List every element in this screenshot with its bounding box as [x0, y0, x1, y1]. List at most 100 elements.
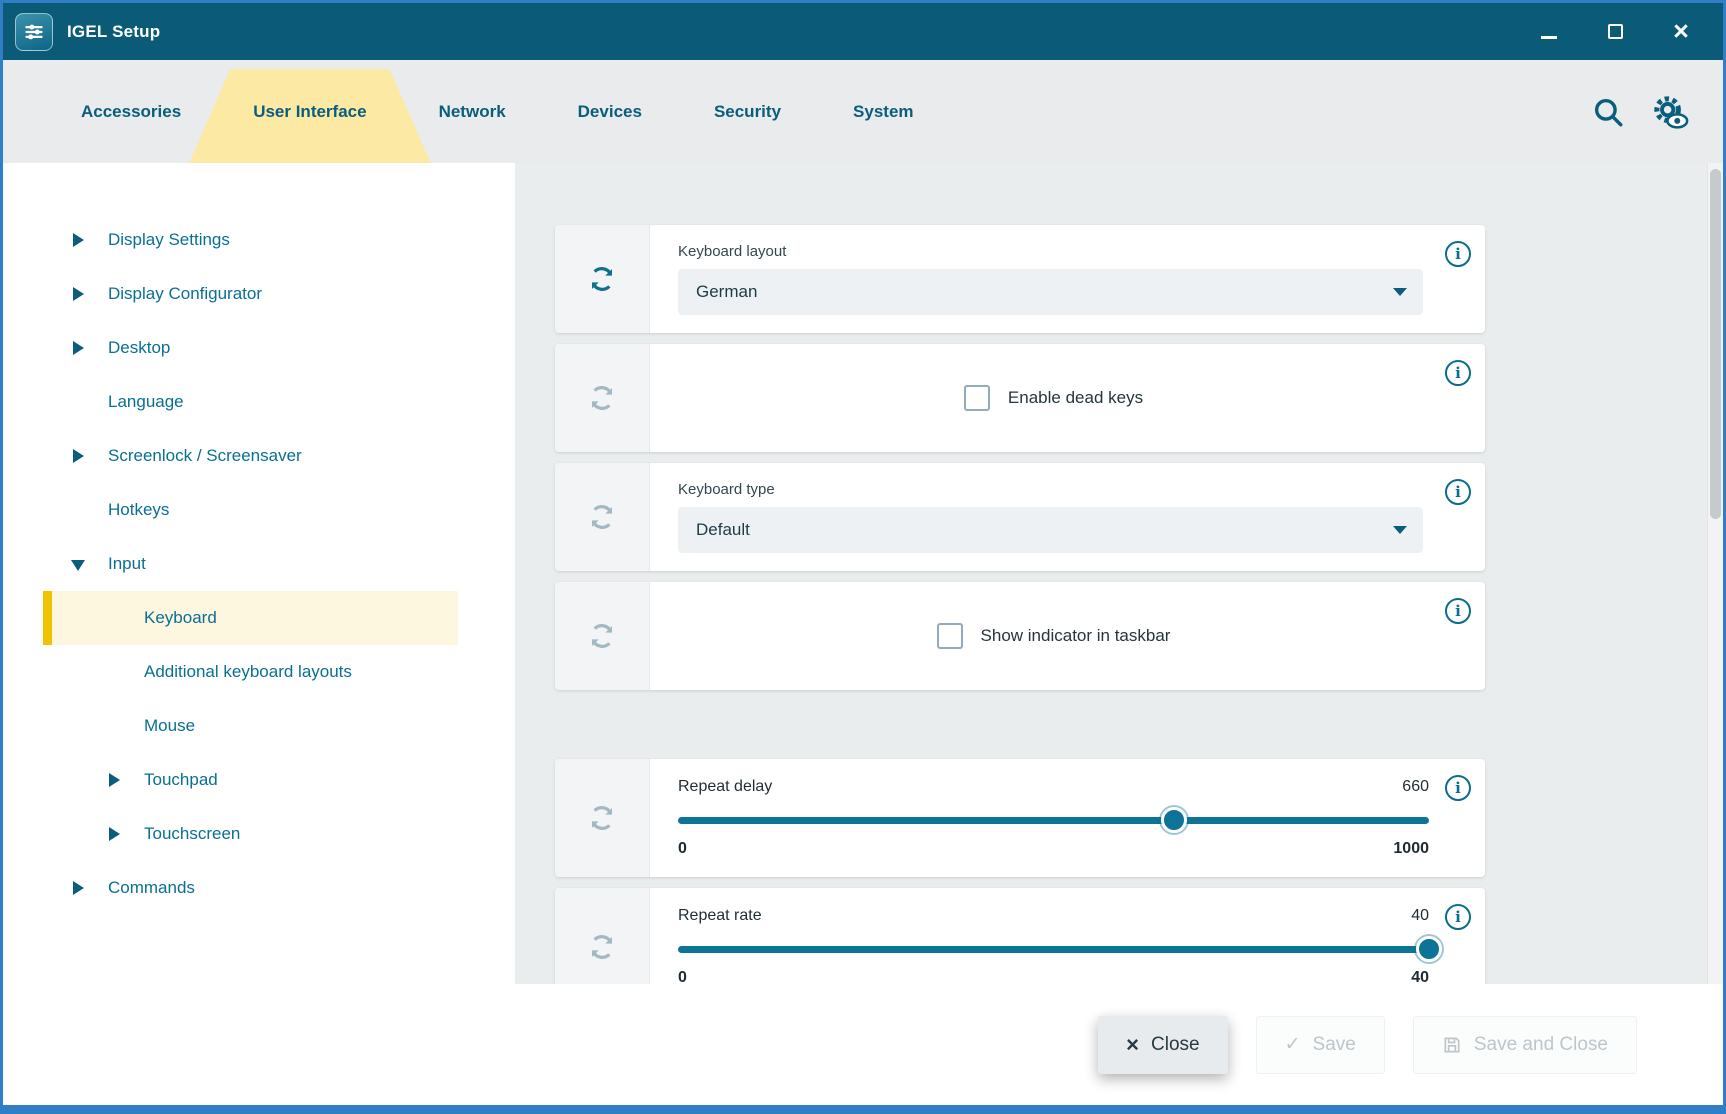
- save-and-close-button: Save and Close: [1413, 1016, 1637, 1074]
- footer-bar: × Close ✓ Save Save and Close: [3, 984, 1723, 1105]
- check-icon: ✓: [1285, 1033, 1301, 1056]
- repeat-rate-max: 40: [1411, 969, 1429, 984]
- slider-track[interactable]: [678, 946, 1429, 953]
- reset-zone: [555, 225, 650, 333]
- settings-panel: Keyboard layout German i: [515, 163, 1723, 984]
- repeat-rate-label: Repeat rate: [678, 907, 762, 925]
- tab-accessories[interactable]: Accessories: [45, 60, 217, 163]
- setting-enable-dead-keys: Enable dead keys i: [555, 344, 1485, 452]
- keyboard-type-label: Keyboard type: [678, 481, 1429, 498]
- chevron-right-icon[interactable]: [107, 773, 121, 787]
- setting-repeat-delay: Repeat delay 660 0 1000 i: [555, 759, 1485, 877]
- close-window-button[interactable]: ×: [1667, 18, 1695, 46]
- vertical-scrollbar[interactable]: [1707, 163, 1723, 984]
- sidebar-item-language[interactable]: Language: [3, 375, 515, 429]
- setting-repeat-rate: Repeat rate 40 0 40 i: [555, 888, 1485, 984]
- repeat-delay-min: 0: [678, 840, 687, 858]
- close-button[interactable]: × Close: [1098, 1016, 1227, 1074]
- sidebar-item-desktop[interactable]: Desktop: [3, 321, 515, 375]
- window-controls: ×: [1535, 18, 1705, 46]
- reset-icon[interactable]: [586, 263, 618, 295]
- reset-zone: [555, 888, 650, 984]
- enable-dead-keys-checkbox[interactable]: [964, 385, 990, 411]
- slider-thumb[interactable]: [1416, 936, 1442, 962]
- chevron-right-icon[interactable]: [71, 287, 85, 301]
- reset-icon[interactable]: [586, 382, 618, 414]
- save-button-label: Save: [1313, 1034, 1356, 1056]
- repeat-delay-slider[interactable]: [678, 807, 1429, 833]
- save-and-close-button-label: Save and Close: [1474, 1034, 1608, 1056]
- sidebar-item-mouse[interactable]: Mouse: [3, 699, 515, 753]
- info-icon[interactable]: i: [1445, 360, 1471, 386]
- sidebar-item-screenlock-screensaver[interactable]: Screenlock / Screensaver: [3, 429, 515, 483]
- settings-tree-sidebar: Display Settings Display Configurator De…: [3, 163, 515, 984]
- repeat-delay-label: Repeat delay: [678, 778, 772, 796]
- slider-track[interactable]: [678, 817, 1429, 824]
- sidebar-item-keyboard[interactable]: Keyboard: [43, 591, 458, 645]
- minimize-button[interactable]: [1535, 18, 1563, 46]
- sidebar-item-hotkeys[interactable]: Hotkeys: [3, 483, 515, 537]
- sidebar-item-display-configurator[interactable]: Display Configurator: [3, 267, 515, 321]
- sidebar-item-input[interactable]: Input: [3, 537, 515, 591]
- sidebar-item-display-settings[interactable]: Display Settings: [3, 213, 515, 267]
- chevron-down-icon[interactable]: [71, 557, 85, 571]
- info-icon[interactable]: i: [1445, 241, 1471, 267]
- scrollbar-thumb[interactable]: [1710, 169, 1721, 519]
- tab-security[interactable]: Security: [678, 60, 817, 163]
- main-area: Display Settings Display Configurator De…: [3, 163, 1723, 984]
- tab-devices[interactable]: Devices: [542, 60, 678, 163]
- reset-icon[interactable]: [586, 620, 618, 652]
- info-icon[interactable]: i: [1445, 904, 1471, 930]
- save-button: ✓ Save: [1256, 1016, 1385, 1074]
- chevron-down-icon: [1393, 526, 1407, 534]
- info-icon[interactable]: i: [1445, 775, 1471, 801]
- keyboard-layout-label: Keyboard layout: [678, 243, 1429, 260]
- tabs: Accessories User Interface Network Devic…: [3, 60, 950, 163]
- maximize-button[interactable]: [1601, 18, 1629, 46]
- reset-icon[interactable]: [586, 931, 618, 963]
- sidebar-item-touchscreen[interactable]: Touchscreen: [3, 807, 515, 861]
- reset-zone: [555, 344, 650, 452]
- sidebar-item-touchpad[interactable]: Touchpad: [3, 753, 515, 807]
- setting-keyboard-layout: Keyboard layout German i: [555, 225, 1485, 333]
- close-icon: ×: [1126, 1034, 1139, 1056]
- close-button-label: Close: [1151, 1034, 1200, 1056]
- show-indicator-checkbox[interactable]: [937, 623, 963, 649]
- info-icon[interactable]: i: [1445, 598, 1471, 624]
- window-title: IGEL Setup: [67, 22, 160, 42]
- keyboard-layout-select[interactable]: German: [678, 269, 1423, 315]
- repeat-rate-value: 40: [1411, 907, 1429, 925]
- reset-icon[interactable]: [586, 501, 618, 533]
- save-icon: [1442, 1035, 1462, 1055]
- search-icon[interactable]: [1591, 95, 1625, 129]
- igel-setup-window: IGEL Setup × Accessories User Interface …: [0, 0, 1726, 1114]
- section-gap: [555, 701, 1693, 759]
- chevron-right-icon[interactable]: [71, 341, 85, 355]
- keyboard-type-select[interactable]: Default: [678, 507, 1423, 553]
- sidebar-item-commands[interactable]: Commands: [3, 861, 515, 915]
- settings-visibility-icon[interactable]: [1651, 93, 1689, 131]
- chevron-right-icon[interactable]: [107, 827, 121, 841]
- sidebar-item-additional-keyboard-layouts[interactable]: Additional keyboard layouts: [3, 645, 515, 699]
- setting-keyboard-type: Keyboard type Default i: [555, 463, 1485, 571]
- info-icon[interactable]: i: [1445, 479, 1471, 505]
- reset-zone: [555, 759, 650, 877]
- chevron-right-icon[interactable]: [71, 449, 85, 463]
- tab-network[interactable]: Network: [403, 60, 542, 163]
- reset-zone: [555, 463, 650, 571]
- chevron-right-icon[interactable]: [71, 233, 85, 247]
- tab-actions: [1591, 60, 1723, 163]
- chevron-down-icon: [1393, 288, 1407, 296]
- repeat-rate-slider[interactable]: [678, 936, 1429, 962]
- maximize-icon: [1608, 24, 1623, 39]
- tab-bar: Accessories User Interface Network Devic…: [3, 60, 1723, 163]
- slider-thumb[interactable]: [1161, 807, 1187, 833]
- tab-system[interactable]: System: [817, 60, 949, 163]
- show-indicator-label: Show indicator in taskbar: [981, 626, 1171, 646]
- tab-user-interface[interactable]: User Interface: [217, 60, 402, 163]
- reset-icon[interactable]: [586, 802, 618, 834]
- reset-zone: [555, 582, 650, 690]
- repeat-rate-min: 0: [678, 969, 687, 984]
- title-bar: IGEL Setup ×: [3, 3, 1723, 60]
- chevron-right-icon[interactable]: [71, 881, 85, 895]
